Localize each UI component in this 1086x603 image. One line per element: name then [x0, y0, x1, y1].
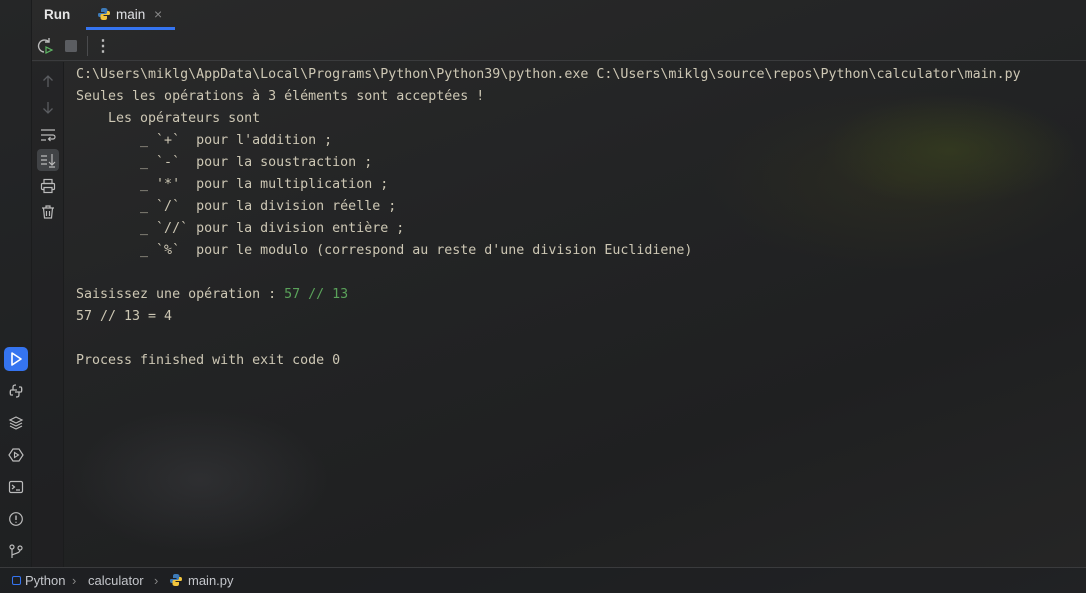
console-line: _ `/` pour la division réelle ;	[76, 199, 397, 214]
console-line: Seules les opérations à 3 éléments sont …	[76, 89, 485, 104]
python-packages-button[interactable]	[4, 411, 28, 435]
breadcrumb-main-py[interactable]: main.py	[188, 573, 234, 588]
console-actions-gutter	[32, 62, 64, 567]
more-options-button[interactable]: ⋮	[93, 36, 113, 56]
clear-all-button[interactable]	[37, 201, 59, 223]
run-title: Run	[44, 7, 71, 22]
soft-wrap-button[interactable]	[37, 124, 59, 146]
python-icon	[8, 383, 24, 399]
terminal-button[interactable]	[4, 475, 28, 499]
warning-circle-icon	[8, 511, 24, 527]
user-input-text: 57 // 13	[284, 287, 349, 302]
run-tab-bar: Run main ×	[0, 0, 1086, 30]
toolbar-separator	[87, 36, 88, 56]
console-line: _ `+` pour l'addition ;	[76, 133, 333, 148]
python-console-button[interactable]	[4, 379, 28, 403]
console-line: C:\Users\miklg\AppData\Local\Programs\Py…	[76, 67, 1021, 82]
rerun-icon	[36, 37, 54, 55]
git-branch-icon	[8, 543, 24, 559]
console-prompt-line: Saisissez une opération : 57 // 13	[76, 284, 1086, 306]
run-icon	[8, 351, 24, 367]
module-icon	[12, 576, 21, 585]
layers-icon	[8, 415, 24, 431]
tool-window-strip	[0, 0, 32, 567]
tab-main[interactable]: main ×	[86, 0, 175, 30]
console-line: _ `-` pour la soustraction ;	[76, 155, 373, 170]
soft-wrap-icon	[40, 127, 56, 143]
trash-icon	[40, 204, 56, 220]
breadcrumb-calculator[interactable]: calculator	[88, 573, 144, 588]
scroll-up-button[interactable]	[37, 70, 59, 92]
python-file-icon	[169, 573, 183, 587]
stop-button[interactable]	[61, 36, 81, 56]
more-vertical-icon: ⋮	[95, 38, 111, 55]
console-line: 57 // 13 = 4	[76, 309, 173, 324]
arrow-down-icon	[41, 101, 55, 115]
services-icon	[8, 447, 24, 463]
console-line: Les opérateurs sont	[76, 111, 261, 126]
scroll-to-end-icon	[40, 152, 56, 168]
chevron-right-icon: ›	[154, 573, 159, 588]
arrow-up-icon	[41, 74, 55, 88]
console-line: _ `//` pour la division entière ;	[76, 221, 405, 236]
scroll-down-button[interactable]	[37, 97, 59, 119]
chevron-right-icon: ›	[72, 573, 77, 588]
stop-icon	[64, 39, 78, 53]
problems-button[interactable]	[4, 507, 28, 531]
print-button[interactable]	[37, 175, 59, 197]
rerun-button[interactable]	[35, 36, 55, 56]
console-line: _ `%` pour le modulo (correspond au rest…	[76, 243, 693, 258]
scroll-to-end-button[interactable]	[37, 149, 59, 171]
git-button[interactable]	[4, 539, 28, 563]
tab-label: main	[116, 7, 146, 22]
console-line: _ '*' pour la multiplication ;	[76, 177, 389, 192]
terminal-icon	[8, 479, 24, 495]
prompt-text: Saisissez une opération :	[76, 287, 285, 302]
run-tool-button[interactable]	[4, 347, 28, 371]
run-toolbar: ⋮	[32, 30, 1086, 61]
printer-icon	[40, 178, 56, 194]
console-output[interactable]: C:\Users\miklg\AppData\Local\Programs\Py…	[64, 62, 1086, 567]
console-line: Process finished with exit code 0	[76, 353, 341, 368]
breadcrumb-python[interactable]: Python	[25, 573, 65, 588]
services-button[interactable]	[4, 443, 28, 467]
python-file-icon	[97, 7, 111, 21]
close-icon[interactable]: ×	[154, 6, 162, 22]
run-tool-window: Run main × ⋮ C:\Users\miklg\AppData\Loca…	[0, 0, 1086, 593]
status-bar-breadcrumb: Python › calculator › main.py	[0, 567, 1086, 593]
